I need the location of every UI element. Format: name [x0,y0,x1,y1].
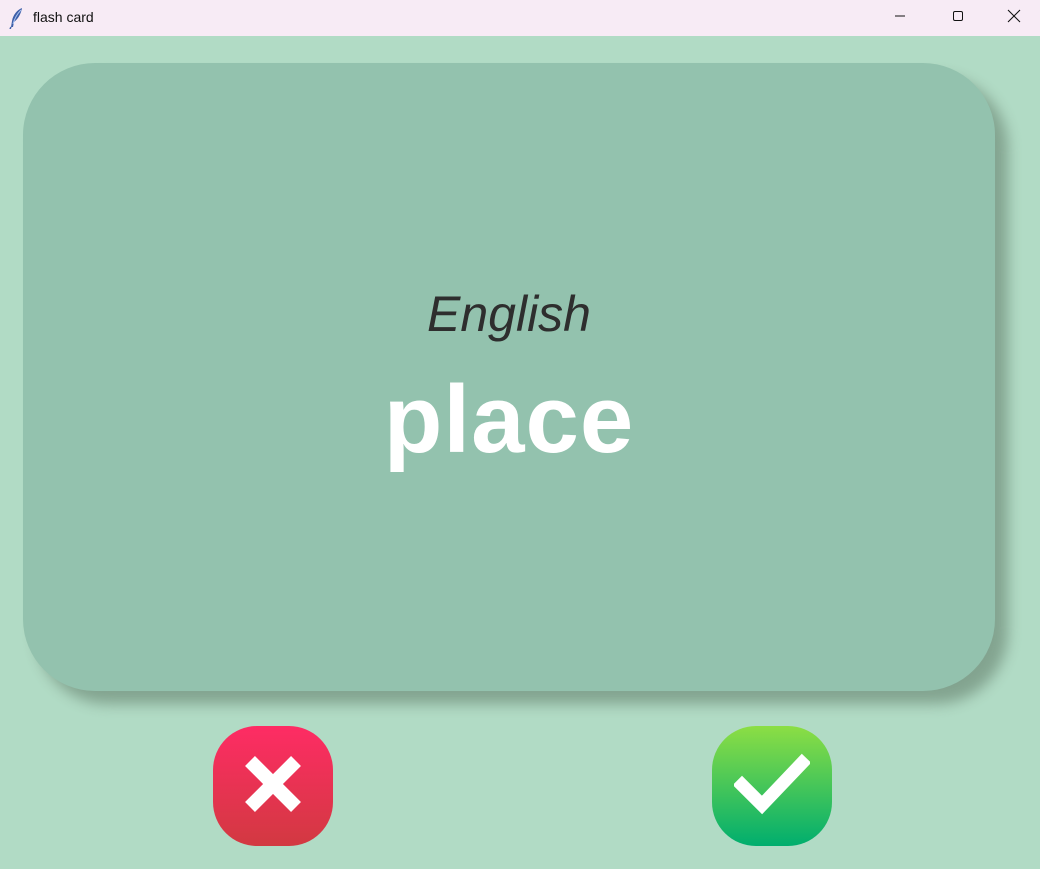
minimize-button[interactable] [871,0,929,36]
close-icon [1007,9,1021,28]
right-button[interactable] [712,726,832,846]
flash-card: English place [23,63,995,691]
close-button[interactable] [988,0,1040,36]
cross-icon [240,751,306,822]
minimize-icon [894,9,906,27]
maximize-icon [952,9,964,27]
wrong-button[interactable] [213,726,333,846]
maximize-button[interactable] [929,0,987,36]
feather-icon [8,7,26,30]
checkmark-icon [732,751,812,822]
card-word: place [383,366,635,473]
window-title: flash card [33,9,94,25]
title-bar: flash card [0,0,1040,36]
card-language-label: English [427,286,591,342]
